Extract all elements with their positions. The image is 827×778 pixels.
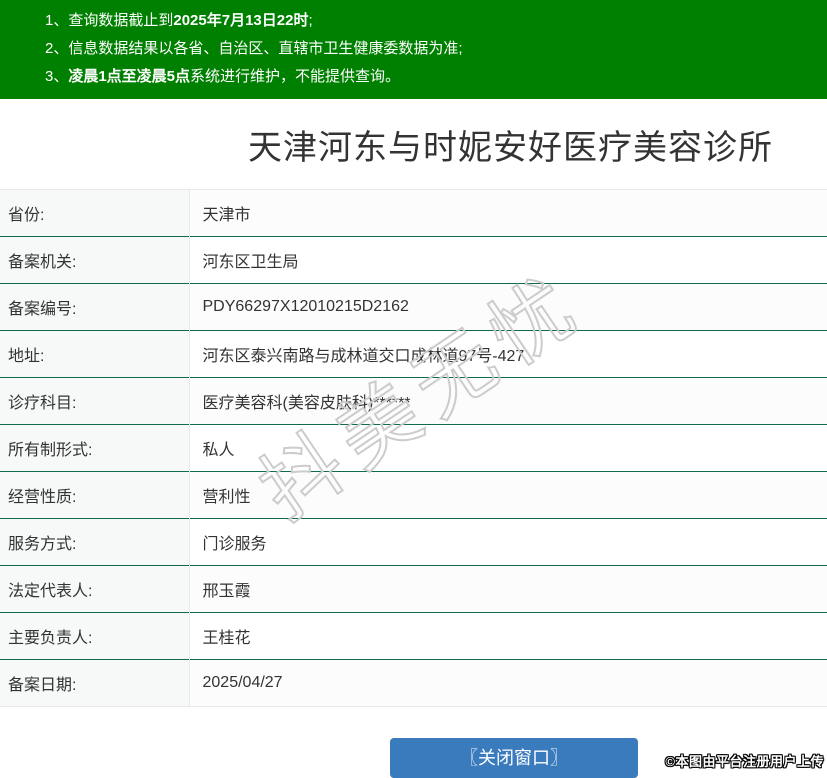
- row-value: 营利性: [189, 471, 827, 519]
- notice-line-1: 1、查询数据截止到2025年7月13日22时;: [45, 7, 817, 35]
- table-row-principal: 主要负责人: 王桂花: [0, 612, 827, 660]
- notice-1-text: 查询数据截止到: [68, 12, 174, 29]
- table-row-filing-number: 备案编号: PDY66297X12010215D2162: [0, 283, 827, 331]
- row-value: 2025/04/27: [189, 659, 827, 707]
- row-value: 王桂花: [189, 612, 827, 660]
- row-label: 所有制形式:: [0, 424, 190, 472]
- row-label: 主要负责人:: [0, 612, 190, 660]
- notice-2-text: 信息数据结果以各省、自治区、直辖市卫生健康委数据为准;: [68, 40, 463, 57]
- row-label: 省份:: [0, 189, 190, 237]
- table-row-business-nature: 经营性质: 营利性: [0, 471, 827, 519]
- notice-1-num: 1、: [45, 12, 69, 29]
- table-row-filing-authority: 备案机关: 河东区卫生局: [0, 236, 827, 284]
- row-value: 私人: [189, 424, 827, 472]
- row-label: 备案机关:: [0, 236, 190, 284]
- row-value: 门诊服务: [189, 518, 827, 566]
- row-value: 医疗美容科(美容皮肤科)******: [189, 377, 827, 425]
- close-window-button[interactable]: 〖关闭窗口〗: [390, 738, 638, 778]
- row-label: 经营性质:: [0, 471, 190, 519]
- row-label: 地址:: [0, 330, 190, 378]
- table-row-service-mode: 服务方式: 门诊服务: [0, 518, 827, 566]
- table-row-province: 省份: 天津市: [0, 189, 827, 237]
- notice-line-3: 3、凌晨1点至凌晨5点系统进行维护，不能提供查询。: [45, 63, 817, 91]
- notice-1-bold: 2025年7月13日22时: [173, 12, 309, 29]
- row-label: 服务方式:: [0, 518, 190, 566]
- notice-line-2: 2、信息数据结果以各省、自治区、直辖市卫生健康委数据为准;: [45, 35, 817, 63]
- row-value: 邢玉霞: [189, 565, 827, 613]
- table-row-legal-representative: 法定代表人: 邢玉霞: [0, 565, 827, 613]
- row-label: 法定代表人:: [0, 565, 190, 613]
- notice-3-post: 系统进行维护，不能提供查询。: [190, 68, 401, 85]
- page-title: 天津河东与时妮安好医疗美容诊所: [248, 129, 773, 167]
- row-label: 诊疗科目:: [0, 377, 190, 425]
- upload-attribution-note: ©本图由平台注册用户上传: [665, 754, 824, 769]
- row-label: 备案日期:: [0, 659, 190, 707]
- table-row-ownership-form: 所有制形式: 私人: [0, 424, 827, 472]
- table-row-treatment-subjects: 诊疗科目: 医疗美容科(美容皮肤科)******: [0, 377, 827, 425]
- notice-bar: 1、查询数据截止到2025年7月13日22时; 2、信息数据结果以各省、自治区、…: [0, 0, 827, 99]
- title-area: 天津河东与时妮安好医疗美容诊所: [0, 129, 827, 167]
- table-row-address: 地址: 河东区泰兴南路与成林道交口成林道97号-427: [0, 330, 827, 378]
- notice-2-num: 2、: [45, 40, 69, 57]
- table-row-filing-date: 备案日期: 2025/04/27: [0, 659, 827, 707]
- notice-3-bold: 凌晨1点至凌晨5点: [68, 68, 191, 85]
- notice-1-post: ;: [308, 12, 313, 29]
- row-value: 河东区泰兴南路与成林道交口成林道97号-427: [189, 330, 827, 378]
- notice-3-num: 3、: [45, 68, 69, 85]
- row-label: 备案编号:: [0, 283, 190, 331]
- row-value: PDY66297X12010215D2162: [189, 283, 827, 331]
- row-value: 天津市: [189, 189, 827, 237]
- row-value: 河东区卫生局: [189, 236, 827, 284]
- clinic-info-table: 省份: 天津市 备案机关: 河东区卫生局 备案编号: PDY66297X1201…: [0, 189, 827, 707]
